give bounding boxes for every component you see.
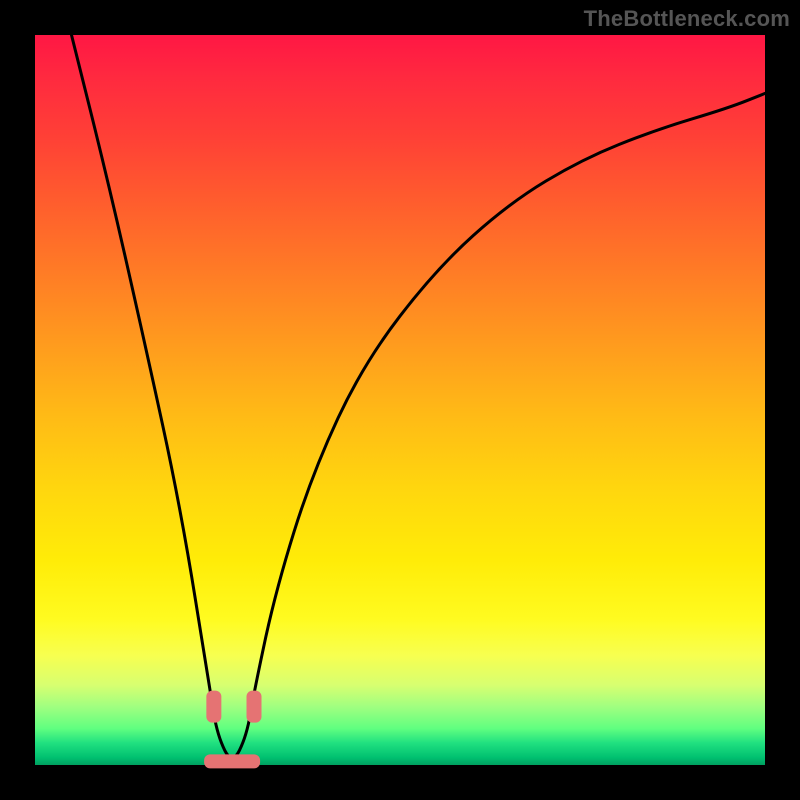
bottleneck-curve [35, 35, 765, 765]
plot-area [35, 35, 765, 765]
watermark-text: TheBottleneck.com [584, 6, 790, 32]
left-shoulder-marker [206, 691, 221, 723]
trough-marker [204, 754, 260, 768]
right-shoulder-marker [247, 691, 262, 723]
chart-frame: TheBottleneck.com [0, 0, 800, 800]
curve-path [72, 35, 766, 758]
